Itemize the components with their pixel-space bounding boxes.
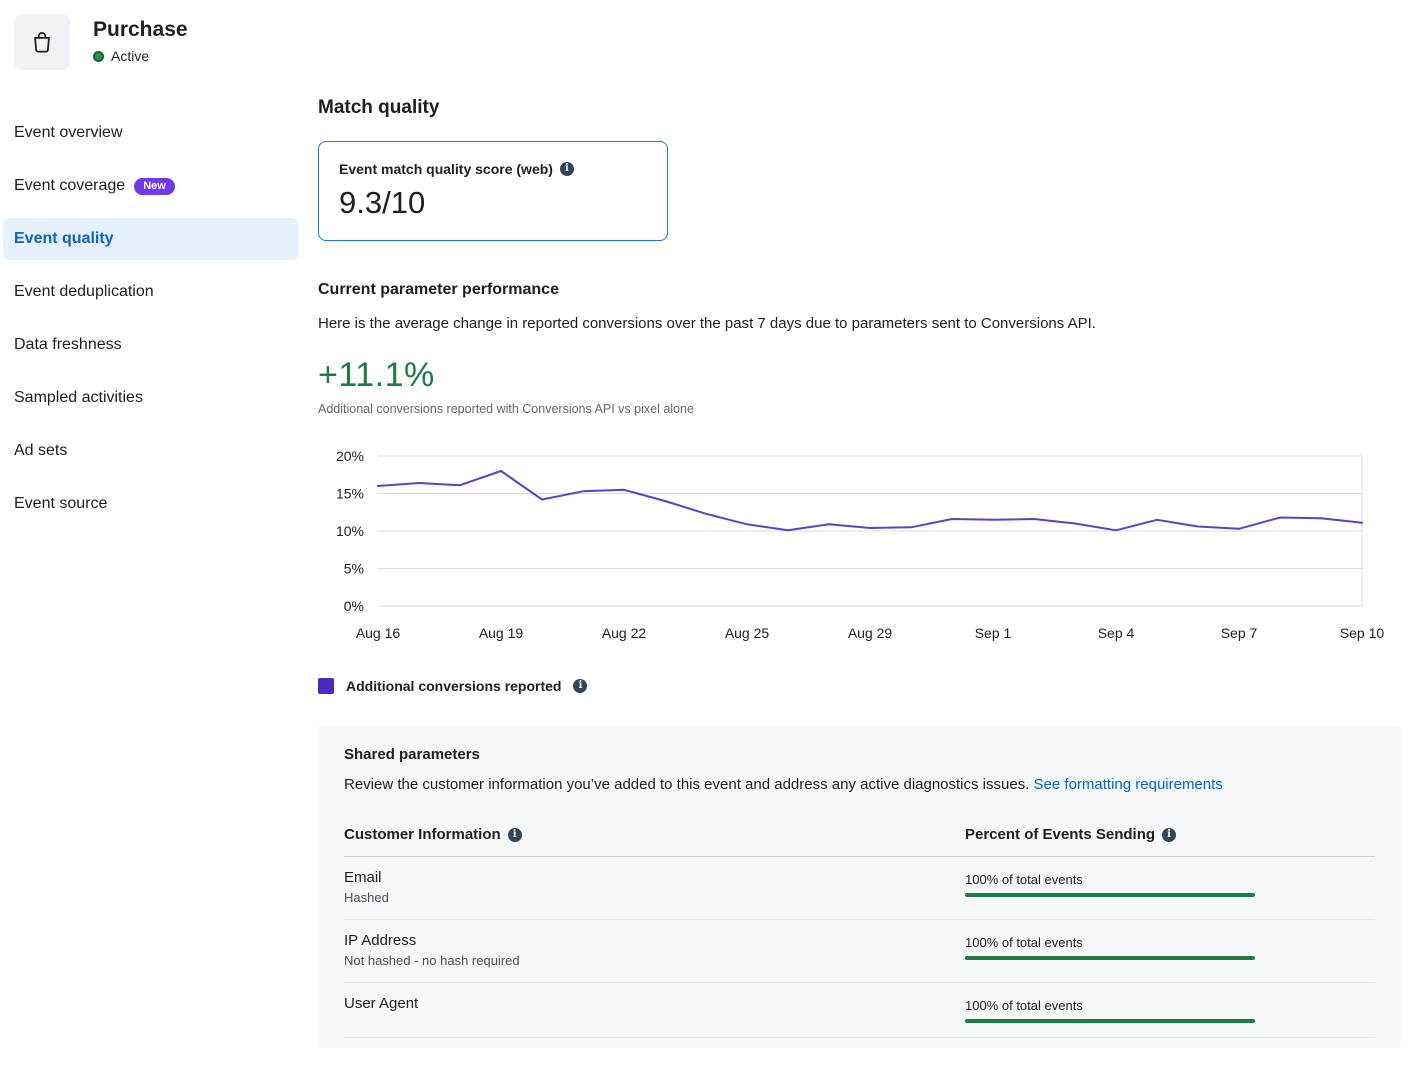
sidebar-item-ad-sets[interactable]: Ad sets — [3, 430, 298, 472]
percent-bar-track — [965, 956, 1255, 960]
table-row: User Agent 100% of total events — [344, 983, 1375, 1038]
sidebar-item-label: Event overview — [14, 124, 123, 142]
svg-text:5%: 5% — [344, 561, 364, 577]
svg-text:10%: 10% — [336, 523, 364, 539]
percent-bar-fill — [965, 1019, 1255, 1023]
match-quality-heading: Match quality — [318, 97, 1401, 119]
match-quality-score-card: Event match quality score (web) 9.3/10 — [318, 141, 668, 241]
svg-text:0%: 0% — [344, 598, 364, 614]
info-icon[interactable] — [1162, 828, 1176, 842]
parameter-name: User Agent — [344, 995, 965, 1012]
percent-bar-track — [965, 893, 1255, 897]
active-status-dot — [93, 51, 104, 62]
parameters-table-body: Email Hashed 100% of total events IP Add… — [344, 857, 1375, 1038]
chart-legend: Additional conversions reported — [318, 678, 1401, 694]
parameter-performance-heading: Current parameter performance — [318, 281, 1401, 299]
svg-text:Aug 29: Aug 29 — [848, 625, 893, 641]
sidebar-nav: Event overview Event coverage New Event … — [3, 112, 298, 536]
purchase-event-icon — [14, 14, 70, 70]
events-manager-event-quality-page: { "header": { "title": "Purchase", "stat… — [0, 0, 1415, 1080]
column-percent-of-events-sending: Percent of Events Sending — [965, 826, 1155, 843]
status-label: Active — [111, 48, 149, 64]
percent-label: 100% of total events — [965, 872, 1375, 887]
shared-parameters-description: Review the customer information you’ve a… — [344, 773, 1309, 796]
new-badge: New — [134, 178, 175, 195]
info-icon[interactable] — [573, 679, 587, 693]
svg-text:15%: 15% — [336, 486, 364, 502]
percent-bar-track — [965, 1019, 1255, 1023]
svg-text:Aug 25: Aug 25 — [725, 625, 770, 641]
sidebar-item-label: Event coverage — [14, 177, 125, 195]
parameter-performance-description: Here is the average change in reported c… — [318, 315, 1401, 332]
parameter-name: IP Address — [344, 932, 965, 949]
sidebar-item-event-quality[interactable]: Event quality — [3, 218, 298, 260]
sidebar-item-event-coverage[interactable]: Event coverage New — [3, 165, 298, 207]
sidebar-item-label: Sampled activities — [14, 389, 143, 407]
sidebar-item-event-source[interactable]: Event source — [3, 483, 298, 525]
score-card-label: Event match quality score (web) — [339, 161, 553, 177]
sidebar-item-label: Ad sets — [14, 442, 67, 460]
conversions-line-chart: 20% 15% 10% 5% 0% Aug 16 Aug 19 Aug 22 Aug 25 Aug… — [318, 442, 1380, 646]
svg-text:20%: 20% — [336, 448, 364, 464]
parameter-subtext: Hashed — [344, 890, 965, 905]
parameter-subtext: Not hashed - no hash required — [344, 953, 965, 968]
table-row: IP Address Not hashed - no hash required… — [344, 920, 1375, 983]
svg-text:Sep 4: Sep 4 — [1098, 625, 1135, 641]
status-badge: Active — [93, 48, 188, 64]
shared-parameters-description-text: Review the customer information you’ve a… — [344, 776, 1029, 793]
svg-text:Sep 1: Sep 1 — [975, 625, 1012, 641]
svg-text:Aug 22: Aug 22 — [602, 625, 647, 641]
svg-text:Sep 10: Sep 10 — [1340, 625, 1385, 641]
table-row: Email Hashed 100% of total events — [344, 857, 1375, 920]
svg-text:Aug 16: Aug 16 — [356, 625, 401, 641]
svg-text:Sep 7: Sep 7 — [1221, 625, 1258, 641]
info-icon[interactable] — [560, 162, 574, 176]
percent-label: 100% of total events — [965, 935, 1375, 950]
sidebar-item-label: Event source — [14, 495, 107, 513]
conversion-delta-caption: Additional conversions reported with Con… — [318, 402, 1401, 416]
sidebar-item-event-deduplication[interactable]: Event deduplication — [3, 271, 298, 313]
percent-label: 100% of total events — [965, 998, 1375, 1013]
info-icon[interactable] — [508, 828, 522, 842]
formatting-requirements-link[interactable]: See formatting requirements — [1034, 776, 1223, 793]
shared-parameters-panel: Shared parameters Review the customer in… — [318, 726, 1401, 1048]
sidebar-item-label: Event quality — [14, 230, 114, 248]
main-content: Match quality Event match quality score … — [318, 97, 1401, 1048]
sidebar-item-sampled-activities[interactable]: Sampled activities — [3, 377, 298, 419]
legend-color-swatch — [318, 678, 334, 694]
shopping-bag-icon — [29, 29, 55, 55]
sidebar-item-data-freshness[interactable]: Data freshness — [3, 324, 298, 366]
shared-parameters-heading: Shared parameters — [344, 746, 1375, 763]
event-header: Purchase Active — [14, 14, 188, 70]
legend-label: Additional conversions reported — [346, 678, 561, 694]
svg-text:Aug 19: Aug 19 — [479, 625, 524, 641]
parameters-table-header: Customer Information Percent of Events S… — [344, 826, 1375, 857]
parameters-table: Customer Information Percent of Events S… — [344, 826, 1375, 1038]
percent-bar-fill — [965, 956, 1255, 960]
sidebar-item-label: Data freshness — [14, 336, 122, 354]
match-quality-score: 9.3/10 — [339, 185, 647, 221]
conversion-delta-value: +11.1% — [318, 356, 1401, 395]
page-title: Purchase — [93, 18, 188, 42]
parameter-name: Email — [344, 869, 965, 886]
sidebar-item-label: Event deduplication — [14, 283, 154, 301]
column-customer-information: Customer Information — [344, 826, 501, 843]
sidebar-item-event-overview[interactable]: Event overview — [3, 112, 298, 154]
percent-bar-fill — [965, 893, 1255, 897]
